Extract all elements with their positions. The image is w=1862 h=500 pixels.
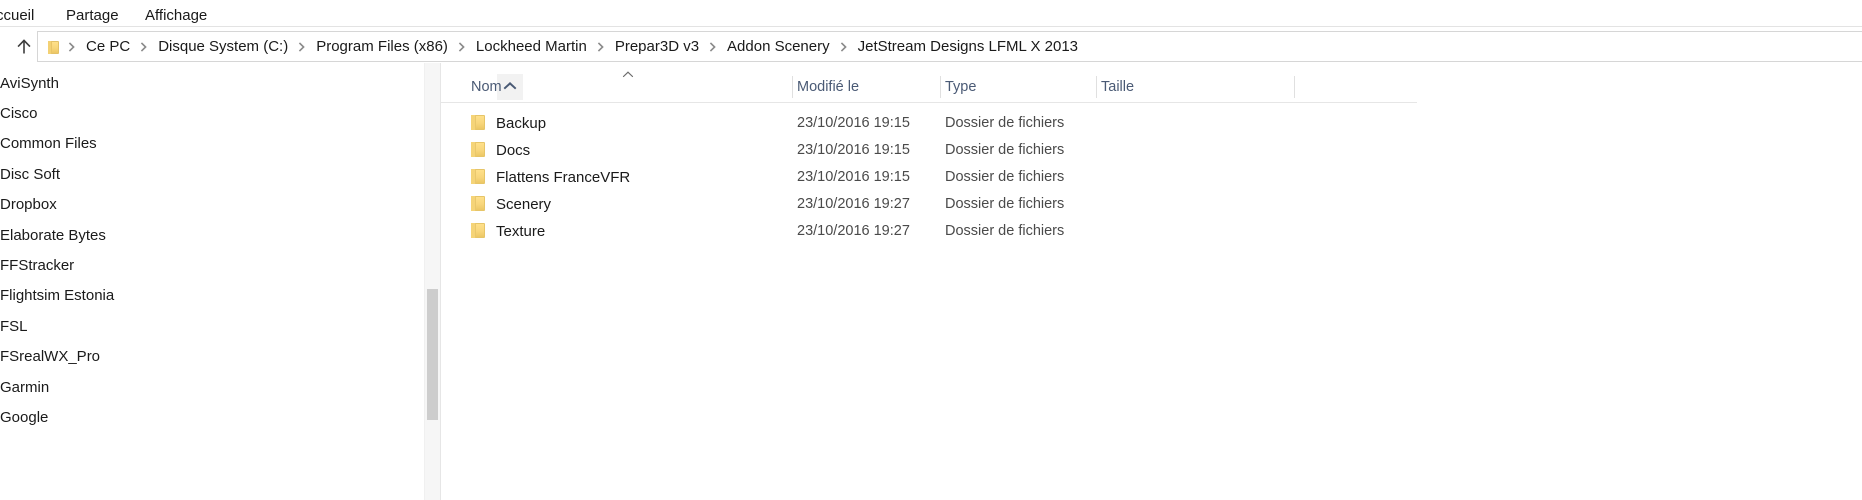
cell-date: 23/10/2016 19:27	[797, 196, 910, 212]
navigation-pane-scrollbar[interactable]	[424, 63, 440, 500]
column-header-row: Nom Modifié le Type Taille	[441, 69, 1417, 102]
breadcrumb-item-addon-scenery[interactable]: Addon Scenery	[720, 32, 837, 61]
folder-icon	[469, 141, 488, 158]
address-bar: Ce PC Disque System (C:) Program Files (…	[0, 31, 1862, 62]
column-header-taille[interactable]: Taille	[1101, 72, 1134, 102]
breadcrumb-item-ce-pc[interactable]: Ce PC	[79, 32, 137, 61]
sidebar-item-avisynth[interactable]: AviSynth	[0, 73, 59, 95]
sidebar-item-flightsim-estonia[interactable]: Flightsim Estonia	[0, 285, 114, 307]
column-separator[interactable]	[940, 76, 941, 98]
sidebar-item-google[interactable]: Google	[0, 407, 48, 429]
cell-date: 23/10/2016 19:15	[797, 169, 910, 185]
cell-date: 23/10/2016 19:15	[797, 115, 910, 131]
cell-type: Dossier de fichiers	[945, 115, 1065, 131]
column-separator[interactable]	[1096, 76, 1097, 98]
folder-icon	[469, 195, 488, 212]
folder-icon	[45, 39, 63, 55]
sidebar-item-elaborate-bytes[interactable]: Elaborate Bytes	[0, 225, 106, 247]
file-list-pane: Nom Modifié le Type Taille Backup 23/10/…	[441, 63, 1862, 500]
breadcrumb-separator-icon[interactable]	[837, 41, 851, 53]
sidebar-item-common-files[interactable]: Common Files	[0, 133, 97, 155]
file-list-rows: Backup 23/10/2016 19:15 Dossier de fichi…	[441, 110, 1417, 245]
cell-name: Backup	[496, 115, 547, 132]
sidebar-item-ffstracker[interactable]: FFStracker	[0, 255, 74, 277]
ribbon-tab-strip: ccueil Partage Affichage	[0, 0, 1862, 27]
breadcrumb-item-current-folder[interactable]: JetStream Designs LFML X 2013	[851, 32, 1085, 61]
breadcrumb-separator-icon[interactable]	[594, 41, 608, 53]
ribbon-divider	[0, 26, 1862, 27]
table-row[interactable]: Scenery 23/10/2016 19:27 Dossier de fich…	[441, 191, 1417, 218]
breadcrumb-separator-icon[interactable]	[455, 41, 469, 53]
chevron-up-icon	[503, 78, 517, 96]
up-one-level-button[interactable]	[12, 35, 36, 59]
column-header-nom[interactable]: Nom	[471, 72, 502, 102]
column-separator[interactable]	[1294, 76, 1295, 98]
tab-affichage[interactable]: Affichage	[145, 2, 207, 29]
sort-ascending-icon	[621, 69, 635, 79]
cell-name: Scenery	[496, 196, 552, 213]
breadcrumb-item-disque-system[interactable]: Disque System (C:)	[151, 32, 295, 61]
column-header-underline	[441, 102, 1417, 103]
table-row[interactable]: Flattens FranceVFR 23/10/2016 19:15 Doss…	[441, 164, 1417, 191]
scrollbar-thumb[interactable]	[427, 289, 438, 420]
sidebar-item-fsrealwx-pro[interactable]: FSrealWX_Pro	[0, 346, 100, 368]
sidebar-item-dropbox[interactable]: Dropbox	[0, 194, 57, 216]
cell-type: Dossier de fichiers	[945, 169, 1065, 185]
cell-date: 23/10/2016 19:15	[797, 142, 910, 158]
column-separator[interactable]	[792, 76, 793, 98]
folder-icon	[469, 114, 488, 131]
breadcrumb-item-prepar3d-v3[interactable]: Prepar3D v3	[608, 32, 706, 61]
breadcrumb-item-program-files[interactable]: Program Files (x86)	[309, 32, 455, 61]
breadcrumb-separator-icon[interactable]	[706, 41, 720, 53]
cell-type: Dossier de fichiers	[945, 196, 1065, 212]
sidebar-item-disc-soft[interactable]: Disc Soft	[0, 164, 60, 186]
breadcrumb-separator-icon[interactable]	[295, 41, 309, 53]
breadcrumb-separator-icon[interactable]	[137, 41, 151, 53]
tab-partage[interactable]: Partage	[66, 2, 119, 29]
breadcrumb-separator-icon[interactable]	[65, 41, 79, 53]
breadcrumb-bar[interactable]: Ce PC Disque System (C:) Program Files (…	[37, 31, 1862, 62]
arrow-up-icon	[14, 37, 34, 57]
column-header-type[interactable]: Type	[945, 72, 976, 102]
table-row[interactable]: Texture 23/10/2016 19:27 Dossier de fich…	[441, 218, 1417, 245]
sidebar-item-fsl[interactable]: FSL	[0, 316, 28, 338]
breadcrumb: Ce PC Disque System (C:) Program Files (…	[38, 32, 1085, 61]
tab-accueil[interactable]: ccueil	[0, 2, 34, 29]
cell-name: Flattens FranceVFR	[496, 169, 631, 186]
cell-type: Dossier de fichiers	[945, 142, 1065, 158]
sidebar-item-cisco[interactable]: Cisco	[0, 103, 38, 125]
table-row[interactable]: Backup 23/10/2016 19:15 Dossier de fichi…	[441, 110, 1417, 137]
column-header-modifie-le[interactable]: Modifié le	[797, 72, 859, 102]
folder-icon	[469, 222, 488, 239]
cell-name: Texture	[496, 223, 546, 240]
breadcrumb-item-lockheed-martin[interactable]: Lockheed Martin	[469, 32, 594, 61]
cell-date: 23/10/2016 19:27	[797, 223, 910, 239]
cell-name: Docs	[496, 142, 531, 159]
folder-icon	[469, 168, 488, 185]
navigation-pane[interactable]: AviSynth Cisco Common Files Disc Soft Dr…	[0, 63, 424, 500]
sidebar-item-garmin[interactable]: Garmin	[0, 377, 49, 399]
table-row[interactable]: Docs 23/10/2016 19:15 Dossier de fichier…	[441, 137, 1417, 164]
cell-type: Dossier de fichiers	[945, 223, 1065, 239]
